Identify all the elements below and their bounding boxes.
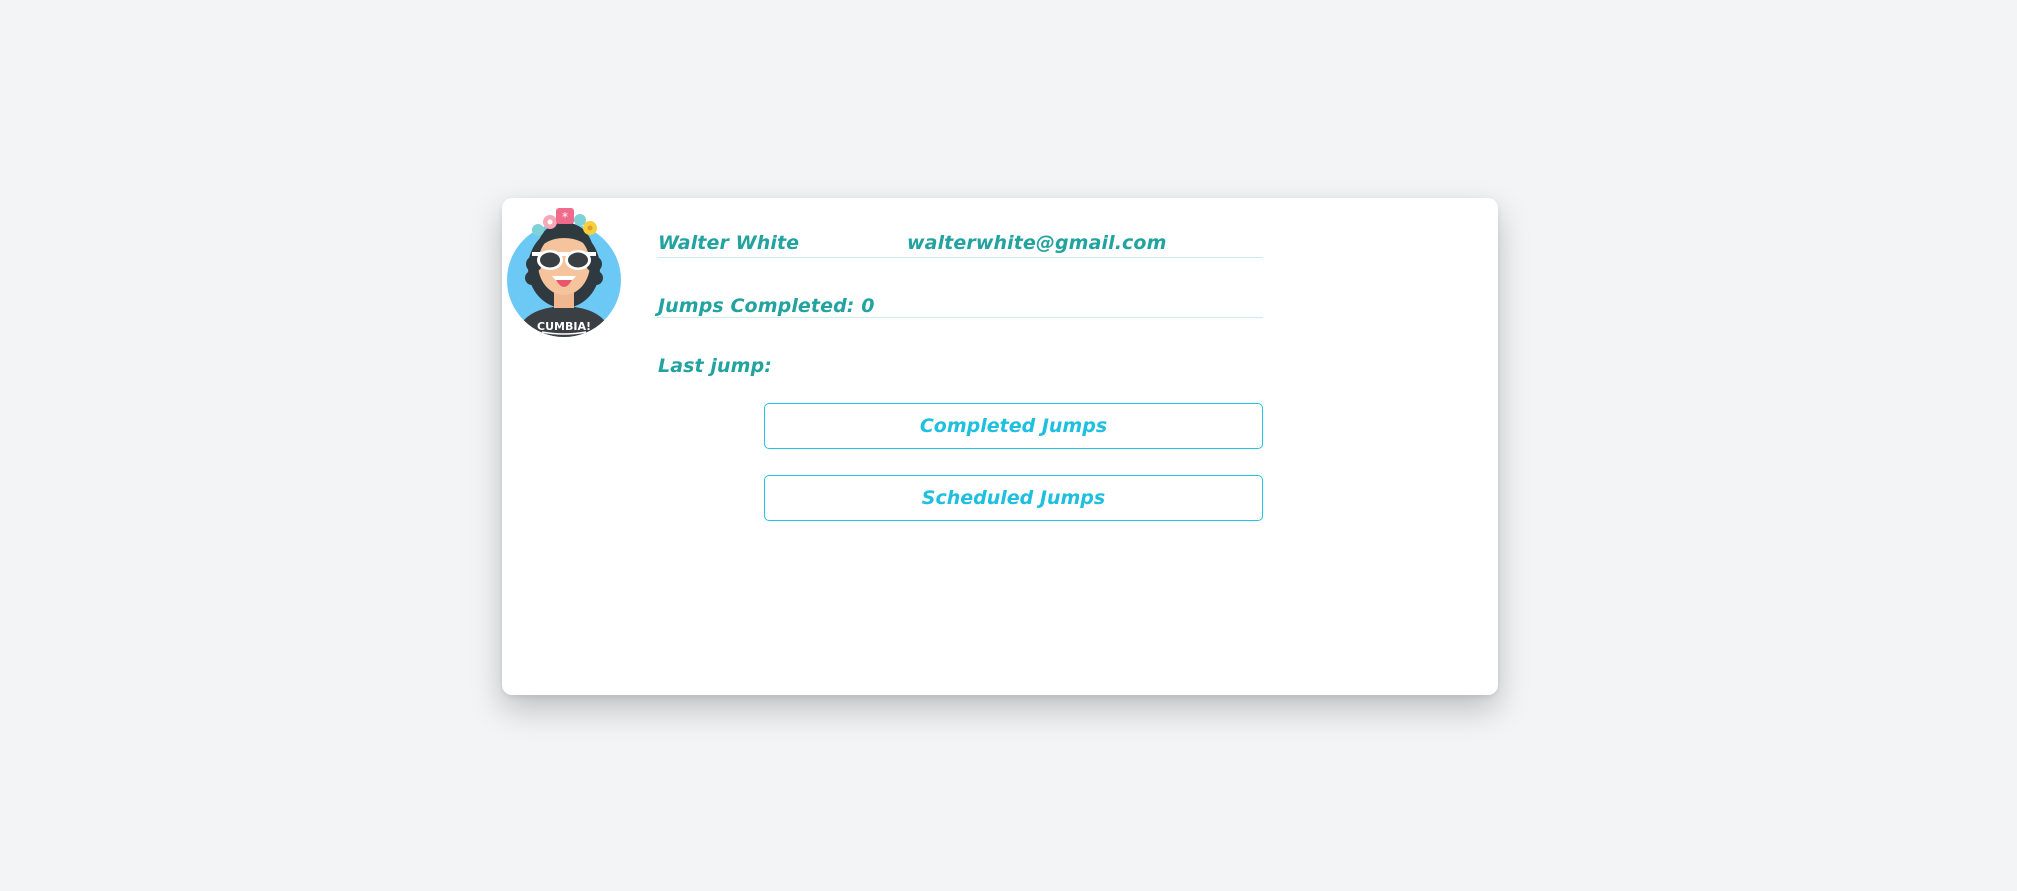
jumps-completed-row: Jumps Completed: 0 xyxy=(657,295,1263,318)
completed-jumps-button[interactable]: Completed Jumps xyxy=(764,403,1263,449)
name-email-row: Walter White walterwhite@gmail.com xyxy=(657,232,1263,258)
profile-card: * CUMBIA! Walter White walterwhite@gmail… xyxy=(502,198,1498,695)
last-jump-label: Last jump: xyxy=(658,355,772,377)
svg-text:CUMBIA!: CUMBIA! xyxy=(537,320,591,333)
avatar: * CUMBIA! xyxy=(506,208,622,338)
jumps-completed-label: Jumps Completed: 0 xyxy=(658,295,875,317)
user-email: walterwhite@gmail.com xyxy=(907,232,1167,254)
user-name: Walter White xyxy=(658,232,800,254)
svg-text:*: * xyxy=(562,210,568,224)
avatar-cumbia-icon: * CUMBIA! xyxy=(507,208,621,337)
scheduled-jumps-button[interactable]: Scheduled Jumps xyxy=(764,475,1263,521)
